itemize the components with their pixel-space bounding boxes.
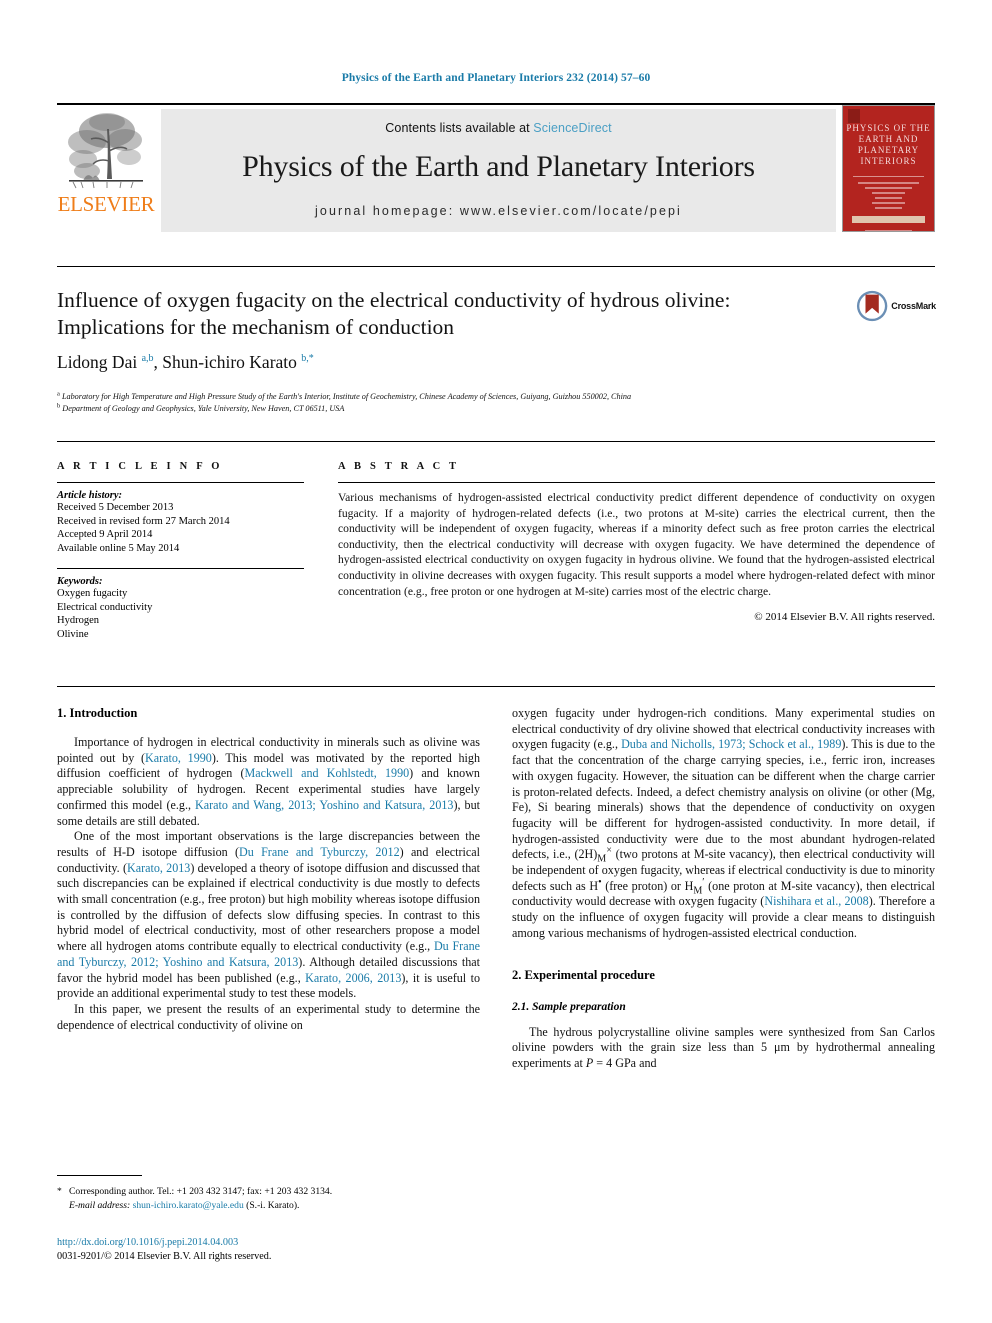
keyword-item: Oxygen fugacity bbox=[57, 588, 128, 599]
cover-divider bbox=[853, 176, 924, 177]
keywords-block: Keywords: Oxygen fugacity Electrical con… bbox=[57, 568, 304, 641]
history-item: Received in revised form 27 March 2014 bbox=[57, 515, 230, 527]
article-history-label: Article history: bbox=[57, 490, 123, 501]
keyword-item: Hydrogen bbox=[57, 615, 99, 626]
cover-journal-title: PHYSICS OF THE EARTH AND PLANETARY INTER… bbox=[846, 123, 931, 166]
citation-link[interactable]: Nishihara et al., 2008 bbox=[764, 894, 868, 908]
masthead-center-panel: Contents lists available at ScienceDirec… bbox=[161, 109, 836, 232]
defect-formula-1: (2H)M× bbox=[574, 846, 612, 865]
citation-link[interactable]: Du Frane and Tyburczy, 2012 bbox=[239, 845, 400, 859]
author-list: Lidong Dai a,b, Shun-ichiro Karato b,* bbox=[57, 352, 314, 372]
abstract-copyright: © 2014 Elsevier B.V. All rights reserved… bbox=[754, 611, 935, 624]
history-item: Available online 5 May 2014 bbox=[57, 542, 180, 554]
footnote-divider bbox=[57, 1175, 142, 1176]
email-label: E-mail address: bbox=[69, 1199, 131, 1211]
body-column-left: 1. Introduction Importance of hydrogen i… bbox=[57, 706, 480, 1033]
footnotes: * Corresponding author. Tel.: +1 203 432 … bbox=[57, 1185, 480, 1212]
crossmark-label: CrossMark bbox=[891, 301, 936, 311]
intro-paragraph-2: One of the most important observations i… bbox=[57, 829, 480, 1002]
formula-base: (2H) bbox=[574, 847, 598, 862]
citation-link[interactable]: Karato, 2006, 2013 bbox=[305, 971, 401, 985]
citation-link[interactable]: Karato, 2013 bbox=[127, 861, 190, 875]
right-paragraph-1: oxygen fugacity under hydrogen-rich cond… bbox=[512, 706, 935, 942]
elsevier-wordmark: ELSEVIER bbox=[57, 192, 155, 216]
text-run: The hydrous polycrystalline olivine samp… bbox=[512, 1024, 935, 1070]
keyword-item: Electrical conductivity bbox=[57, 601, 153, 613]
intro-paragraph-1: Importance of hydrogen in electrical con… bbox=[57, 735, 480, 829]
crossmark-icon bbox=[856, 290, 888, 322]
subsection-heading-sample-prep: 2.1. Sample preparation bbox=[512, 1000, 626, 1013]
affiliation-b-text: Department of Geology and Geophysics, Ya… bbox=[62, 403, 345, 413]
citation-link[interactable]: Duba and Nicholls, 1973; Schock et al., … bbox=[621, 737, 841, 751]
footnote-corresponding-author: * Corresponding author. Tel.: +1 203 432 … bbox=[57, 1185, 480, 1199]
author-1: Lidong Dai a,b bbox=[57, 352, 154, 372]
history-item: Received 5 December 2013 bbox=[57, 502, 174, 513]
cover-text-lines-2 bbox=[843, 230, 934, 231]
section-heading-experimental: 2. Experimental procedure bbox=[512, 967, 655, 982]
history-item: Accepted 9 April 2014 bbox=[57, 529, 153, 540]
author-2: Shun-ichiro Karato b,* bbox=[162, 352, 314, 372]
affiliation-b: b Department of Geology and Geophysics, … bbox=[57, 401, 345, 413]
cover-text-lines bbox=[843, 182, 934, 209]
article-info-rule bbox=[57, 482, 304, 483]
doi-link[interactable]: http://dx.doi.org/10.1016/j.pepi.2014.04… bbox=[57, 1236, 480, 1250]
paper-page: Physics of the Earth and Planetary Inter… bbox=[0, 0, 992, 1323]
contents-lists-line: Contents lists available at ScienceDirec… bbox=[161, 109, 836, 135]
elsevier-tree-icon bbox=[68, 113, 143, 189]
journal-homepage-link[interactable]: journal homepage: www.elsevier.com/locat… bbox=[161, 204, 836, 218]
keywords-rule bbox=[57, 568, 304, 569]
keyword-item: Olivine bbox=[57, 628, 89, 640]
citation-link[interactable]: Mackwell and Kohlstedt, 1990 bbox=[245, 766, 410, 780]
sample-prep-paragraph-1: The hydrous polycrystalline olivine samp… bbox=[512, 1025, 935, 1072]
footnote-text: Corresponding author. Tel.: +1 203 432 3… bbox=[69, 1186, 333, 1197]
affiliations: a Laboratory for High Temperature and Hi… bbox=[57, 391, 935, 414]
article-info-heading: A R T I C L E I N F O bbox=[57, 461, 223, 472]
journal-masthead: ELSEVIER Contents lists available at Sci… bbox=[57, 103, 935, 232]
text-run: ). This is due to the fact that the conc… bbox=[512, 737, 935, 862]
text-run: (free proton) or bbox=[601, 878, 685, 893]
intro-paragraph-3: In this paper, we present the results of… bbox=[57, 1001, 480, 1032]
abstract-band-bottom-divider bbox=[57, 686, 935, 687]
journal-title: Physics of the Earth and Planetary Inter… bbox=[242, 150, 755, 183]
abstract-band-top-divider bbox=[57, 441, 935, 442]
citation-link[interactable]: Karato and Wang, 2013; Yoshino and Katsu… bbox=[195, 798, 453, 812]
abstract-heading: A B S T R A C T bbox=[338, 461, 460, 472]
email-link[interactable]: shun-ichiro.karato@yale.edu bbox=[133, 1200, 244, 1211]
affiliation-a-text: Laboratory for High Temperature and High… bbox=[61, 392, 632, 401]
keywords-label: Keywords: bbox=[57, 576, 103, 587]
doi-block: http://dx.doi.org/10.1016/j.pepi.2014.04… bbox=[57, 1236, 480, 1263]
elsevier-logo: ELSEVIER bbox=[57, 105, 155, 232]
abstract-column: A B S T R A C T Various mechanisms of hy… bbox=[338, 461, 935, 623]
article-info-column: A R T I C L E I N F O Article history: R… bbox=[57, 461, 304, 641]
contents-prefix: Contents lists available at bbox=[385, 121, 534, 135]
section-heading-introduction: 1. Introduction bbox=[57, 706, 138, 720]
abstract-text: Various mechanisms of hydrogen-assisted … bbox=[338, 491, 935, 598]
page-title: Influence of oxygen fugacity on the elec… bbox=[57, 288, 731, 339]
cover-highlight-band bbox=[852, 216, 925, 223]
journal-cover-thumbnail[interactable]: PHYSICS OF THE EARTH AND PLANETARY INTER… bbox=[842, 105, 935, 232]
crossmark-badge[interactable]: CrossMark bbox=[856, 287, 936, 325]
defect-formula-2: HM′ bbox=[684, 877, 705, 896]
title-divider bbox=[57, 266, 935, 267]
sciencedirect-link[interactable]: ScienceDirect bbox=[533, 121, 611, 135]
email-suffix: (S.-i. Karato). bbox=[243, 1199, 300, 1211]
abstract-rule bbox=[338, 482, 935, 483]
issn-copyright-line: 0031-9201/© 2014 Elsevier B.V. All right… bbox=[57, 1250, 272, 1262]
running-head: Physics of the Earth and Planetary Inter… bbox=[341, 72, 651, 84]
formula-base: H bbox=[684, 878, 694, 893]
body-column-right: oxygen fugacity under hydrogen-rich cond… bbox=[512, 706, 935, 1072]
footnote-email: E-mail address: shun-ichiro.karato@yale.… bbox=[57, 1199, 480, 1213]
affiliation-a: a Laboratory for High Temperature and Hi… bbox=[57, 390, 632, 401]
text-run: = 4 GPa and bbox=[593, 1055, 657, 1070]
cover-elsevier-mark-icon bbox=[848, 109, 860, 123]
asterisk-icon: * bbox=[57, 1186, 62, 1197]
citation-link[interactable]: Karato, 1990 bbox=[145, 751, 212, 765]
